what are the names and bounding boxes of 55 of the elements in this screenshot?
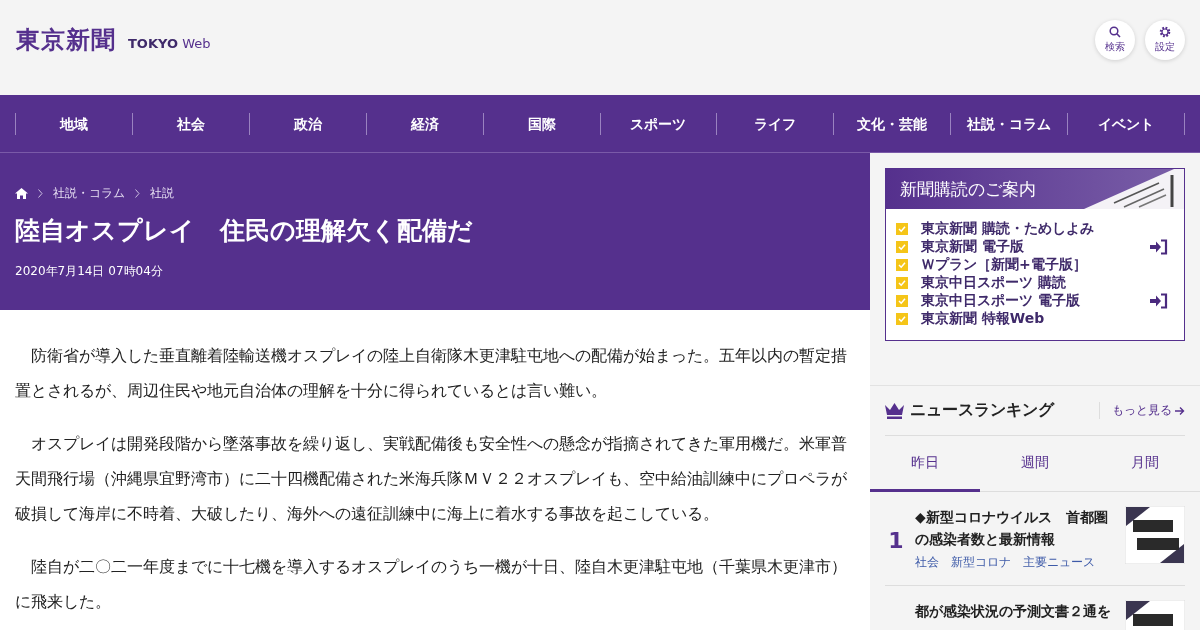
login-icon[interactable] (1150, 293, 1168, 309)
tag-link[interactable]: 社会 (915, 554, 939, 571)
settings-icon (1159, 25, 1171, 38)
breadcrumb-link[interactable]: 社説・コラム (53, 185, 125, 202)
nav-link[interactable]: 社会 (131, 112, 249, 135)
settings-button[interactable]: 設定 (1145, 19, 1185, 60)
checkbox-icon (896, 277, 908, 289)
article-title: 陸自オスプレイ 住民の理解欠く配備だ (15, 215, 474, 247)
subscription-title: 新聞購読のご案内 (899, 177, 1036, 201)
checkbox-icon (896, 241, 908, 253)
arrow-icon (1175, 405, 1185, 416)
article-paragraph: 防衛省が導入した垂直離着陸輸送機オスプレイの陸上自衛隊木更津駐屯地への配備が始まった。五年以内の暫定措置とされるが、周辺住民や地元自治体の理解を十分に得られているとは言い難い。 (15, 345, 848, 402)
article-paragraph: オスプレイは開発段階から墜落事故を繰り返し、実戦配備後も安全性への懸念が指摘されてきた軍用機だ。米軍普天間飛行場（沖縄県宜野湾市）に二十四機配備された米海兵隊ＭＶ２２オスプレイも、空中給油訓練中にプロペラが破損して海岸に不時着、大破したり、海外への遠征訓練中に海上に着水する事故を起こしている。 (15, 433, 848, 525)
article-paragraph: 陸自が二〇二一年度までに十七機を導入するオスプレイのうち一機が十日、陸自木更津駐屯地（千葉県木更津市）に飛来した。 (15, 556, 848, 613)
ranking-title: ニュースランキング (910, 400, 1054, 421)
subscription-link[interactable]: 東京新聞 購読・ためしよみ (921, 220, 1094, 238)
article-date: 2020年7月14日 07時04分 (15, 263, 164, 280)
nav-link[interactable]: 地域 (15, 112, 132, 135)
subscription-link[interactable]: 東京中日スポーツ 電子版 (921, 292, 1080, 310)
ranking-article-link[interactable]: ◆新型コロナウイルス 首都圏の感染者数と最新情報 (915, 506, 1117, 550)
subscription-link[interactable]: 東京新聞 特報Web (921, 310, 1045, 328)
nav-link[interactable]: 政治 (248, 112, 366, 135)
checkbox-icon (896, 313, 908, 325)
nav-link[interactable]: ライフ (716, 112, 834, 135)
home-icon[interactable] (15, 188, 28, 199)
subscription-link[interactable]: 東京中日スポーツ 購読 (921, 274, 1066, 292)
nav-link[interactable]: イベント (1067, 112, 1186, 135)
ranking-tab[interactable]: 月間 (1090, 436, 1200, 492)
search-button[interactable]: 検索 (1095, 19, 1135, 60)
nav-link[interactable]: 社説・コラム (950, 112, 1068, 135)
logo-title[interactable]: 東京新聞 (16, 23, 116, 56)
crown-icon (885, 402, 904, 419)
logo-subtitle: TOKYO Web (128, 35, 211, 51)
nav-link[interactable]: 国際 (482, 112, 600, 135)
subscription-banner[interactable]: 新聞購読のご案内 (886, 169, 1184, 209)
rank-number: 1 (887, 528, 905, 553)
nav-link[interactable]: 文化・芸能 (833, 112, 951, 135)
more-link[interactable]: もっと見る (1099, 402, 1185, 419)
ranking-tab[interactable]: 昨日 (870, 436, 980, 492)
ranking-article-link[interactable]: 都が感染状況の予測文書２通を (915, 600, 1117, 622)
nav-link[interactable]: 経済 (365, 112, 483, 135)
checkbox-icon (896, 295, 908, 307)
checkbox-icon (896, 223, 908, 235)
breadcrumb-link[interactable]: 社説 (150, 185, 174, 202)
chevron-icon (38, 189, 43, 198)
login-icon[interactable] (1150, 239, 1168, 255)
tag-link[interactable]: 主要ニュース (1023, 554, 1095, 571)
subscription-link[interactable]: 東京新聞 電子版 (921, 238, 1024, 256)
ranking-tab[interactable]: 週間 (980, 436, 1090, 492)
search-icon (1109, 25, 1121, 38)
tag-link[interactable]: 新型コロナ (951, 554, 1011, 571)
chevron-icon (135, 189, 140, 198)
checkbox-icon (896, 259, 908, 271)
subscription-link[interactable]: Ｗプラン［新聞+電子版］ (921, 256, 1087, 274)
nav-link[interactable]: スポーツ (599, 112, 717, 135)
